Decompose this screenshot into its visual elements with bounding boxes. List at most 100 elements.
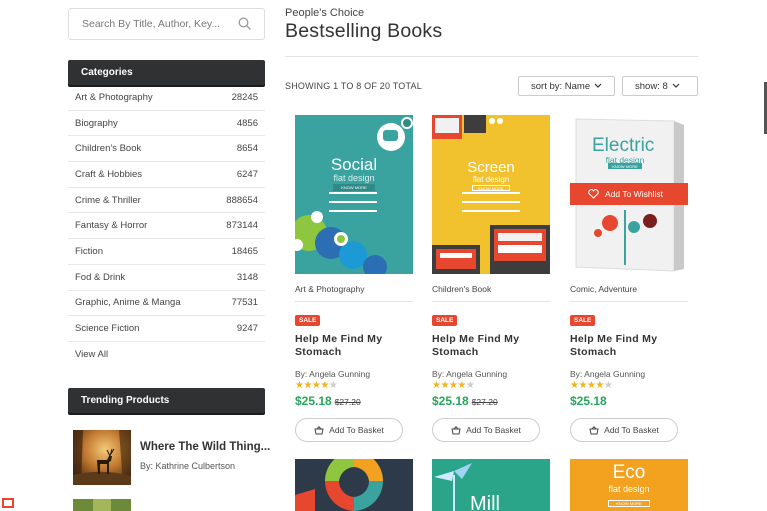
product-author: By: Angela Gunning (570, 369, 646, 379)
category-count: 18465 (231, 245, 258, 257)
sale-badge: SALE (295, 315, 321, 326)
cover-button: KNOW MORE (472, 185, 510, 191)
book-cover[interactable]: Screen flat design KNOW MORE (432, 115, 550, 274)
product-card[interactable]: Electric flat design KNOW MORE Comic, Ad… (570, 115, 688, 442)
basket-icon (589, 425, 599, 434)
category-item[interactable]: Fiction 18465 (68, 239, 265, 265)
product-category[interactable]: Art & Photography (295, 284, 413, 298)
product-card[interactable]: Screen flat design KNOW MORE Children's … (432, 115, 550, 442)
trending-title[interactable]: Where The Wild Thing... (140, 441, 270, 453)
trending-thumbnail[interactable] (73, 430, 131, 485)
cover-title: Mill (470, 493, 500, 511)
corner-logo-icon[interactable] (0, 494, 18, 511)
category-count: 28245 (231, 91, 258, 103)
category-item[interactable]: Fantasy & Horror 873144 (68, 213, 265, 240)
category-item[interactable]: Science Fiction 9247 (68, 316, 265, 342)
product-price: $25.18 (570, 394, 607, 408)
wishlist-label: Add To Wishlist (605, 189, 663, 199)
category-item[interactable]: Crime & Thriller 888654 (68, 188, 265, 214)
category-name: Art & Photography (75, 91, 153, 103)
category-name: Graphic, Anime & Manga (75, 297, 181, 309)
book-cover[interactable]: Mill (432, 459, 550, 511)
product-category[interactable]: Children's Book (432, 284, 550, 298)
search-icon[interactable] (238, 17, 252, 31)
trending-author: By: Kathrine Culbertson (140, 461, 236, 471)
book-cover[interactable]: Eco flat design KNOW MORE (570, 459, 688, 511)
product-title-line: Stomach (570, 345, 617, 358)
category-name: Fiction (75, 245, 103, 257)
cover-button: KNOW MORE (608, 500, 650, 507)
search-input[interactable] (69, 9, 229, 39)
product-title[interactable]: Help Me Find My Stomach (295, 333, 413, 358)
category-item[interactable]: Biography 4856 (68, 111, 265, 137)
chevron-down-icon (594, 83, 602, 88)
product-title[interactable]: Help Me Find My Stomach (432, 333, 550, 358)
product-card[interactable]: Social flat design KNOW MORE Art & Photo… (295, 115, 413, 442)
book-cover-art (432, 115, 550, 274)
divider (295, 301, 413, 302)
cover-title: Electric (592, 135, 655, 156)
show-dropdown[interactable]: show: 8 (622, 76, 698, 96)
sort-dropdown[interactable]: sort by: Name (518, 76, 615, 96)
product-title[interactable]: Help Me Find My Stomach (570, 333, 688, 358)
old-price: $27.20 (334, 397, 361, 407)
basket-icon (451, 425, 461, 434)
cover-button: KNOW MORE (333, 184, 375, 191)
category-name: Science Fiction (75, 323, 140, 335)
sort-label: sort by: Name (531, 80, 591, 92)
product-author: By: Angela Gunning (295, 369, 371, 379)
add-to-basket-button[interactable]: Add To Basket (570, 418, 678, 442)
product-title-line: Help Me Find My (295, 333, 383, 345)
category-count: 8654 (236, 143, 258, 155)
category-count: 6247 (236, 168, 258, 180)
add-to-basket-button[interactable]: Add To Basket (295, 418, 403, 442)
product-title-line: Stomach (295, 345, 342, 358)
rating-stars: ★★★★★ (295, 380, 338, 391)
results-count: SHOWING 1 TO 8 OF 20 TOTAL (285, 81, 422, 91)
cover-title: Social (330, 155, 378, 174)
category-name: Craft & Hobbies (75, 168, 143, 180)
category-count: 888654 (226, 194, 258, 206)
category-item[interactable]: Fod & Drink 3148 (68, 265, 265, 291)
category-name: Biography (75, 117, 118, 129)
category-item[interactable]: Graphic, Anime & Manga 77531 (68, 291, 265, 317)
category-list: Art & Photography 28245 Biography 4856 Chi… (68, 85, 265, 367)
view-all-link[interactable]: View All (68, 342, 265, 367)
category-count: 873144 (226, 220, 258, 232)
book-cover-art (295, 459, 383, 511)
cover-subtitle: flat design (608, 484, 650, 494)
category-item[interactable]: Craft & Hobbies 6247 (68, 162, 265, 188)
product-category[interactable]: Comic, Adventure (570, 284, 688, 298)
category-count: 77531 (231, 297, 258, 309)
add-to-wishlist-button[interactable]: Add To Wishlist (570, 183, 688, 205)
category-name: Crime & Thriller (75, 194, 141, 206)
heart-icon (588, 189, 599, 199)
product-author: By: Angela Gunning (432, 369, 508, 379)
book-cover[interactable] (295, 459, 413, 511)
product-price: $25.18 (432, 394, 469, 408)
search-box[interactable] (68, 8, 265, 40)
cover-title: Eco (612, 462, 646, 483)
category-name: Fod & Drink (75, 271, 126, 283)
category-count: 3148 (236, 271, 258, 283)
trending-thumbnail[interactable] (73, 499, 131, 511)
divider (432, 301, 550, 302)
sale-badge: SALE (570, 315, 596, 326)
sale-badge: SALE (432, 315, 458, 326)
old-price: $27.20 (471, 397, 498, 407)
category-name: Children's Book (75, 143, 142, 155)
book-cover-art (295, 117, 413, 274)
product-title-line: Help Me Find My (570, 333, 658, 345)
book-cover[interactable]: Social flat design KNOW MORE (295, 115, 413, 274)
category-name: Fantasy & Horror (75, 220, 148, 232)
show-label: show: 8 (635, 80, 668, 92)
rating-stars: ★★★★★ (570, 380, 613, 391)
chevron-down-icon (672, 83, 680, 88)
add-to-basket-button[interactable]: Add To Basket (432, 418, 540, 442)
category-item[interactable]: Children's Book 8654 (68, 136, 265, 163)
category-item[interactable]: Art & Photography 28245 (68, 85, 265, 111)
rating-stars: ★★★★★ (432, 380, 475, 391)
page-title: Bestselling Books (285, 20, 443, 42)
cover-button: KNOW MORE (612, 164, 638, 169)
add-to-basket-label: Add To Basket (604, 425, 659, 435)
